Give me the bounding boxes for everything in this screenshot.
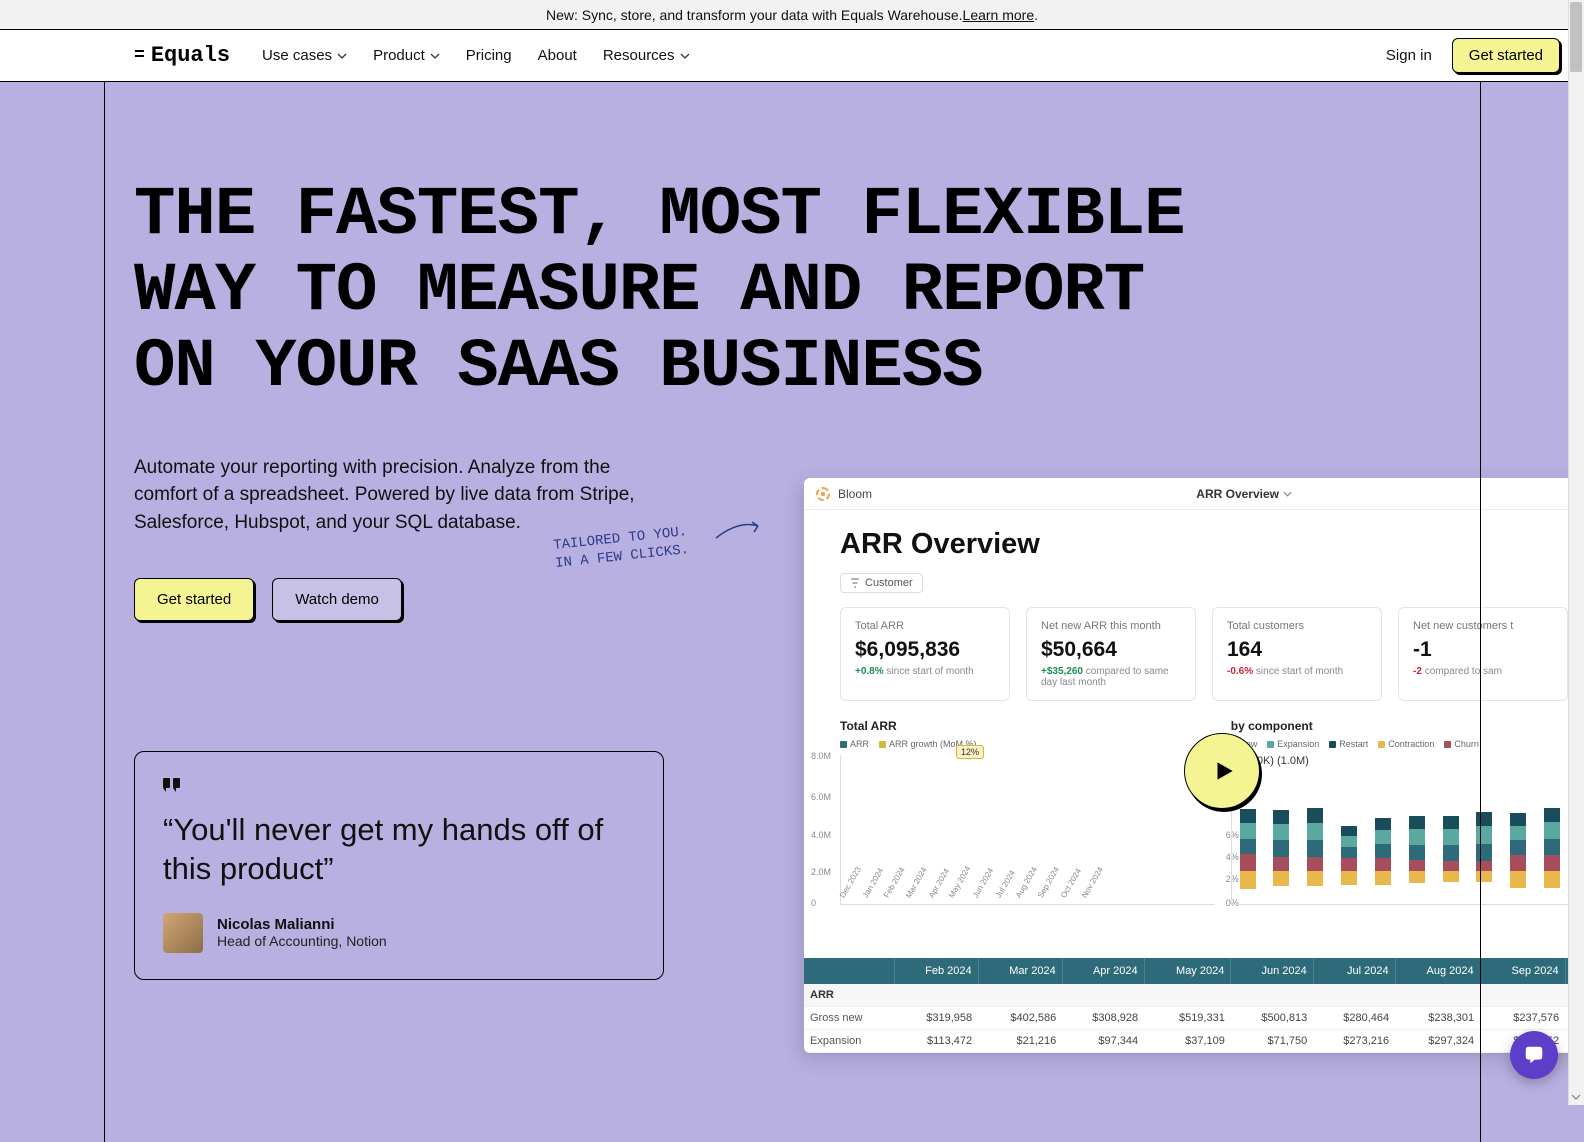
guide-line-left xyxy=(104,82,105,1142)
testimonial-quote: “You'll never get my hands off of this p… xyxy=(163,811,635,889)
breadcrumb: ARR Overview xyxy=(1196,487,1292,501)
chart-bar: Jan 2024 xyxy=(865,885,883,904)
testimonial-author: Nicolas Malianni xyxy=(217,916,387,933)
workspace-logo-icon xyxy=(816,487,830,501)
metric-card: Net new customers t -1 -2 compared to sa… xyxy=(1398,607,1568,701)
play-button[interactable] xyxy=(1184,733,1260,809)
table-row: Gross new$319,958$402,586$308,928$519,33… xyxy=(804,1007,1584,1030)
signin-link[interactable]: Sign in xyxy=(1386,47,1432,64)
guide-line-right xyxy=(1480,82,1481,1142)
announcement-link[interactable]: Learn more xyxy=(963,7,1035,23)
chart-badge: 12% xyxy=(956,745,984,759)
chat-icon xyxy=(1523,1044,1545,1066)
chart-total-arr: Total ARR ARRARR growth (MoM %) 8.0M 6.0… xyxy=(840,719,1215,905)
intercom-launcher[interactable] xyxy=(1510,1031,1558,1079)
chart-bar: Jun 2024 xyxy=(975,885,993,904)
logo-text: Equals xyxy=(151,43,230,68)
stack-bar xyxy=(1307,797,1323,886)
chart-bar: Aug 2024 xyxy=(1019,885,1037,904)
logo[interactable]: = Equals xyxy=(134,43,230,68)
chart-bar: Oct 2024 xyxy=(1063,885,1081,904)
stack-bar xyxy=(1375,798,1391,884)
stack-bar xyxy=(1443,801,1459,883)
nav-link-about[interactable]: About xyxy=(538,47,577,64)
testimonial-title: Head of Accounting, Notion xyxy=(217,933,387,949)
metric-card: Total ARR $6,095,836 +0.8% since start o… xyxy=(840,607,1010,701)
product-screenshot: Bloom ARR Overview ARR Overview Customer… xyxy=(804,478,1584,1053)
arrow-icon xyxy=(714,518,764,542)
nav-link-use-cases[interactable]: Use cases xyxy=(262,47,347,64)
avatar xyxy=(163,913,203,953)
chart-bar: Jul 2024 xyxy=(997,885,1015,904)
quote-icon xyxy=(163,778,181,792)
scroll-down-icon[interactable] xyxy=(1568,1089,1584,1105)
nav-link-resources[interactable]: Resources xyxy=(603,47,690,64)
hero-cta-primary[interactable]: Get started xyxy=(134,578,254,621)
chevron-down-icon xyxy=(1283,491,1292,497)
play-icon xyxy=(1211,758,1237,784)
workspace-name: Bloom xyxy=(838,487,872,501)
chart-bar: Nov 2024 xyxy=(1085,885,1103,904)
nav-link-product[interactable]: Product xyxy=(373,47,440,64)
logo-symbol: = xyxy=(134,46,145,66)
dashboard-title: ARR Overview xyxy=(804,510,1584,569)
stack-bar xyxy=(1240,795,1256,889)
filter-chip: Customer xyxy=(840,573,923,593)
chevron-down-icon xyxy=(337,53,347,59)
metric-card: Total customers 164 -0.6% since start of… xyxy=(1212,607,1382,701)
chart-by-component: by component newExpansionRestartContract… xyxy=(1231,719,1568,905)
chart-bar: Feb 2024 xyxy=(887,885,905,904)
chart-bar: Mar 2024 xyxy=(909,885,927,904)
announcement-suffix: . xyxy=(1034,7,1038,23)
hero-section: THE FASTEST, MOST FLEXIBLE WAY TO MEASUR… xyxy=(0,82,1584,1142)
hero-cta-secondary[interactable]: Watch demo xyxy=(272,578,402,621)
scrollbar-thumb[interactable] xyxy=(1570,2,1582,72)
chevron-down-icon xyxy=(680,53,690,59)
announcement-text: New: Sync, store, and transform your dat… xyxy=(546,7,963,23)
metric-card: Net new ARR this month $50,664 +$35,260 … xyxy=(1026,607,1196,701)
hero-subhead: Automate your reporting with precision. … xyxy=(134,454,654,537)
nav-cta-button[interactable]: Get started xyxy=(1452,38,1560,73)
stack-bar xyxy=(1476,801,1492,882)
filter-icon xyxy=(850,578,860,588)
hero-headline: THE FASTEST, MOST FLEXIBLE WAY TO MEASUR… xyxy=(134,178,1234,406)
table-row: Expansion$113,472$21,216$97,344$37,109$7… xyxy=(804,1030,1584,1053)
data-table: Feb 2024Mar 2024Apr 2024May 2024Jun 2024… xyxy=(804,958,1584,1053)
stack-bar xyxy=(1544,795,1560,888)
scrollbar[interactable] xyxy=(1568,0,1584,1105)
stack-bar xyxy=(1409,800,1425,882)
chart-bar: May 2024 xyxy=(953,885,971,904)
chart-bar: Dec 2023 xyxy=(843,885,861,904)
navbar: = Equals Use cases Product Pricing About Res… xyxy=(0,30,1584,82)
chevron-down-icon xyxy=(430,53,440,59)
stack-bar xyxy=(1273,797,1289,887)
stack-bar xyxy=(1510,795,1526,888)
screenshot-topbar: Bloom ARR Overview xyxy=(804,478,1584,510)
stack-bar xyxy=(1341,798,1357,885)
chart-bar: Sep 2024 xyxy=(1041,885,1059,904)
nav-link-pricing[interactable]: Pricing xyxy=(466,47,512,64)
testimonial-card: “You'll never get my hands off of this p… xyxy=(134,751,664,980)
announcement-bar: New: Sync, store, and transform your dat… xyxy=(0,0,1584,30)
